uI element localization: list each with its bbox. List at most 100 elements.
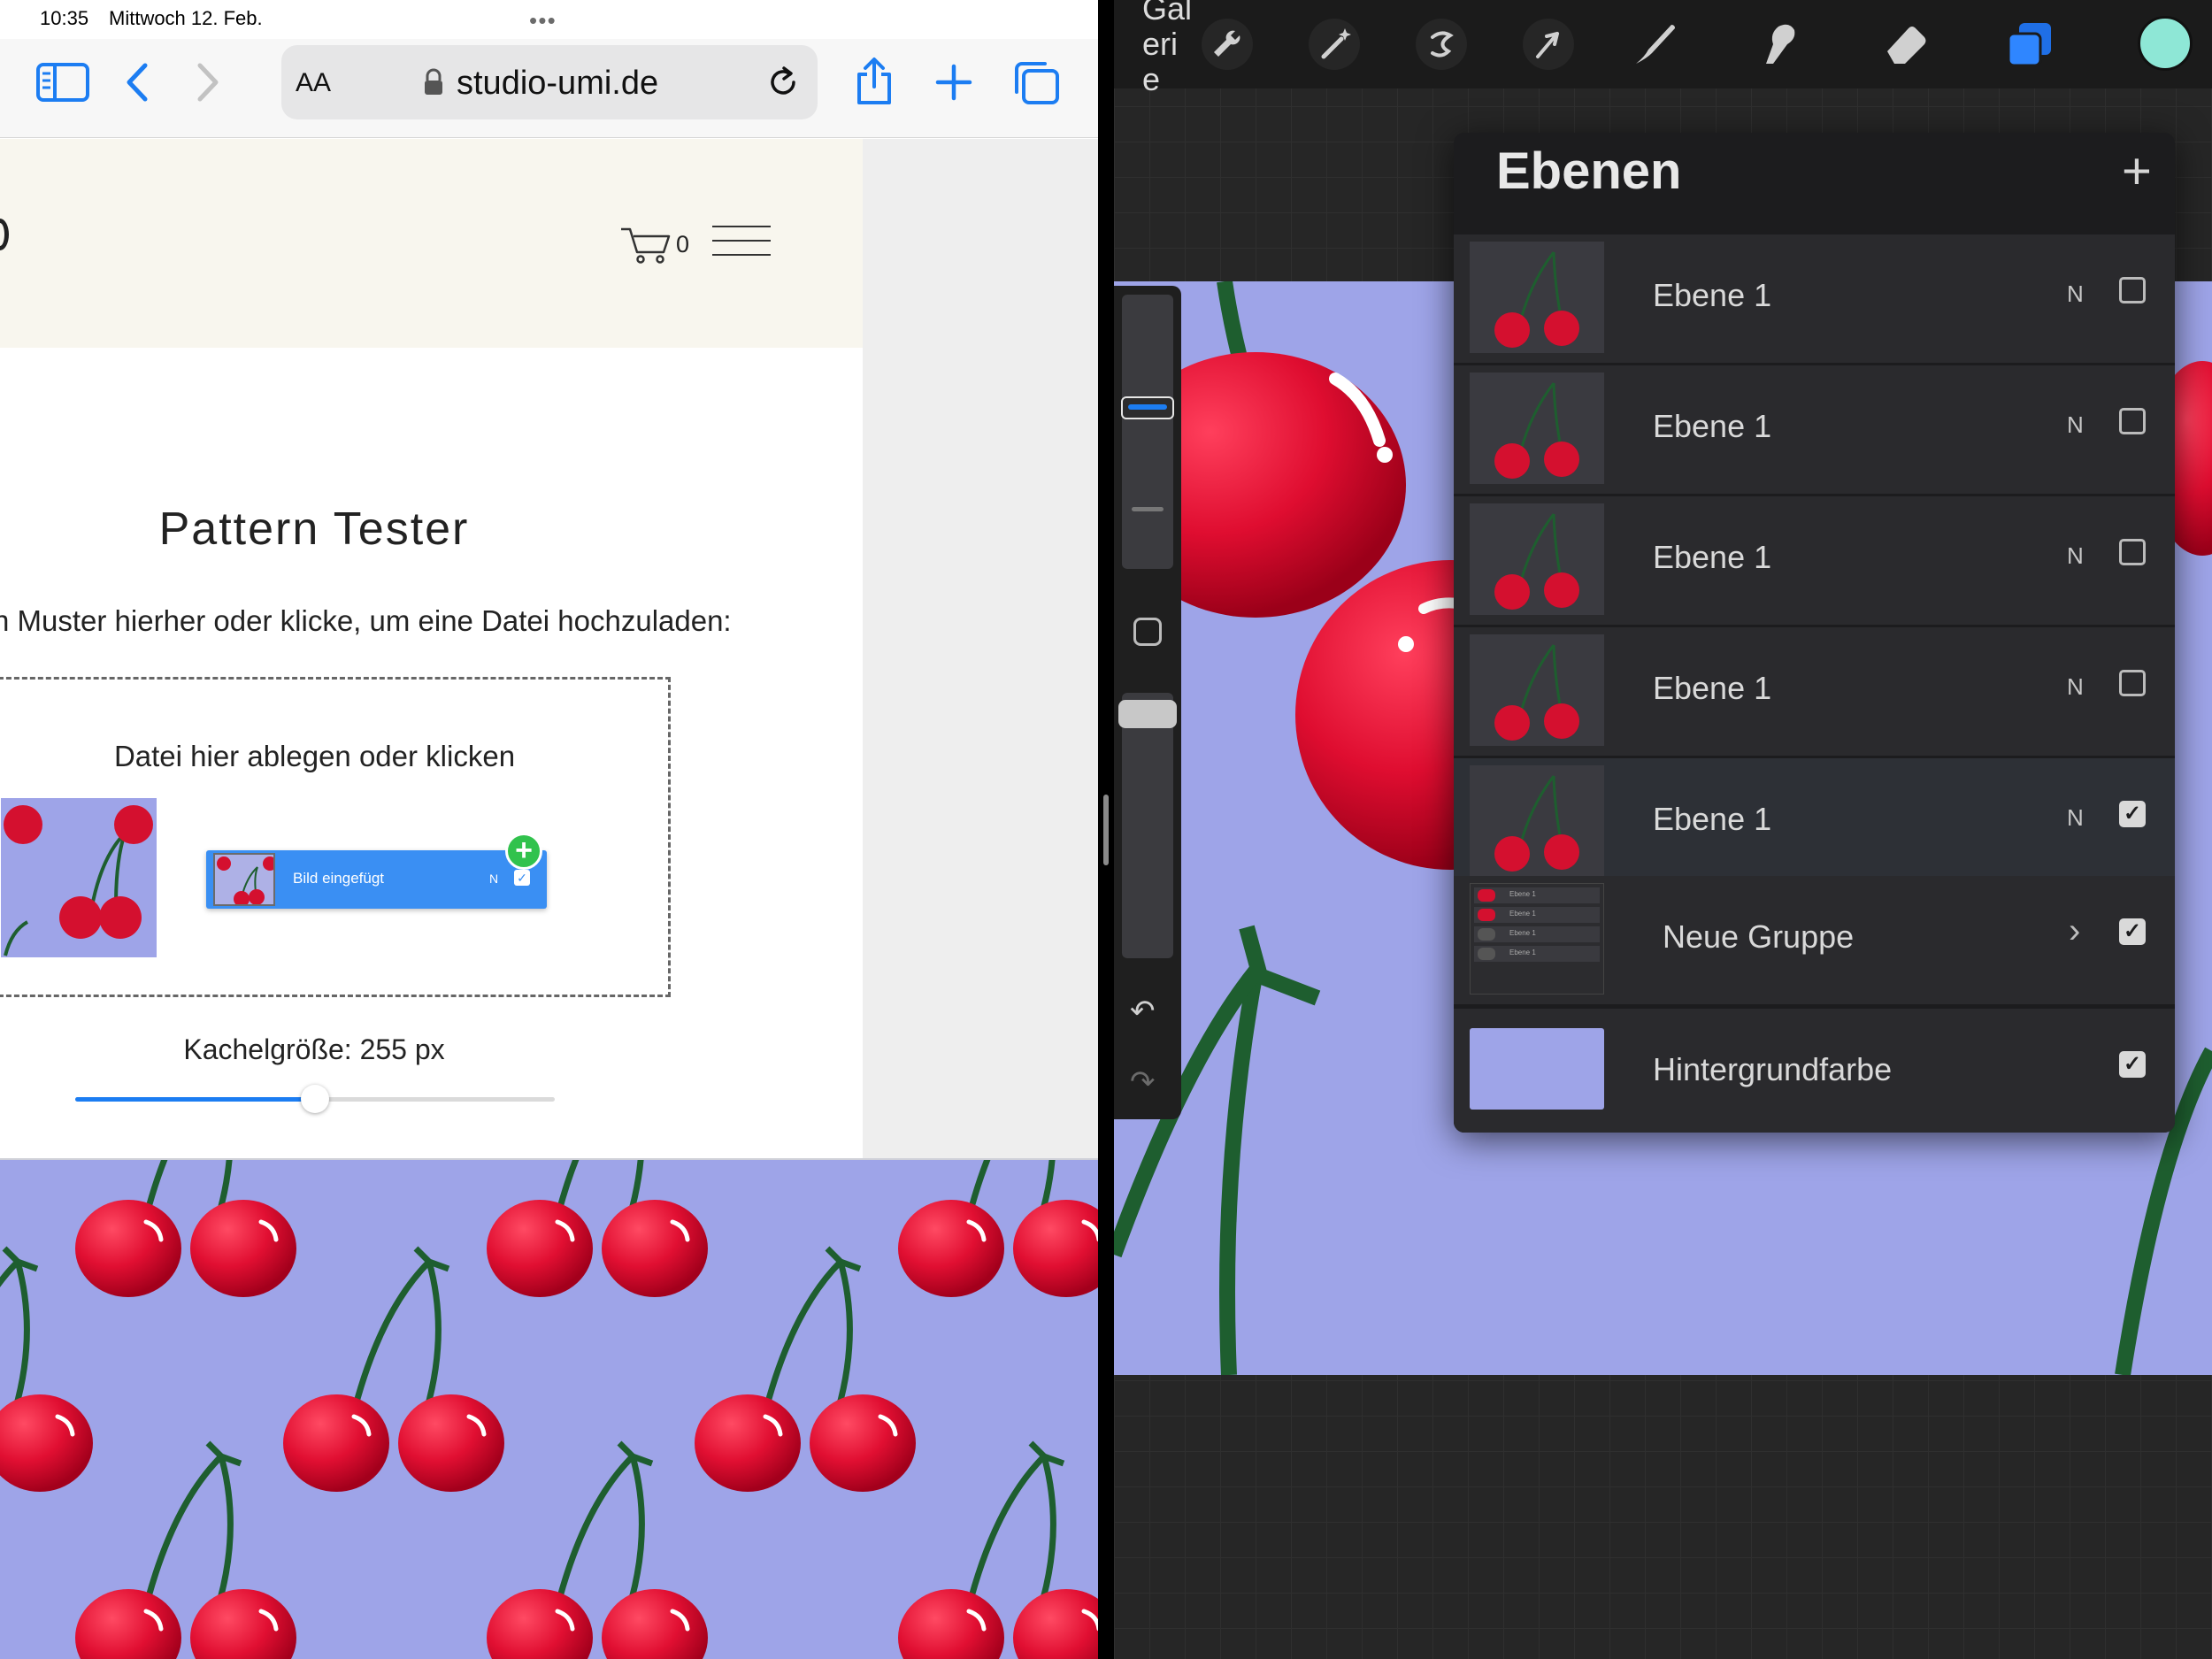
cherry-pattern-image <box>0 1160 1098 1659</box>
eraser-icon[interactable] <box>1878 18 1932 71</box>
chip-label: Bild eingefügt <box>293 870 385 887</box>
layer-name: Ebene 1 <box>1653 801 1772 837</box>
background-color-row[interactable]: Hintergrundfarbe ✓ <box>1454 1009 2175 1133</box>
layer-visibility-checkbox[interactable] <box>2119 539 2146 565</box>
wrench-icon[interactable] <box>1201 18 1254 71</box>
color-picker-button[interactable] <box>2138 16 2193 71</box>
blend-mode-button[interactable]: N <box>2067 411 2084 439</box>
status-date: Mittwoch 12. Feb. <box>109 7 263 29</box>
layers-icon[interactable] <box>2003 18 2056 71</box>
chip-thumbnail <box>213 853 275 906</box>
upload-instructions: n Muster hierher oder klicke, um eine Da… <box>0 604 732 637</box>
magic-wand-icon[interactable] <box>1308 18 1361 71</box>
redo-icon[interactable]: ↷ <box>1130 1064 1156 1100</box>
layer-row[interactable]: Ebene 1 N <box>1454 496 2175 625</box>
safari-toolbar: AA studio-umi.de <box>0 39 1098 138</box>
background-color-swatch[interactable] <box>1470 1028 1604 1110</box>
layers-title: Ebenen <box>1496 142 1682 200</box>
blend-mode-button[interactable]: N <box>2067 804 2084 832</box>
status-time: 10:35 <box>40 7 89 29</box>
layer-thumbnail <box>1470 503 1604 615</box>
selection-icon[interactable] <box>1415 18 1468 71</box>
layer-name: Ebene 1 <box>1653 408 1772 444</box>
layer-thumbnail <box>1470 765 1604 877</box>
background-visibility-checkbox[interactable]: ✓ <box>2119 1051 2146 1078</box>
back-icon[interactable] <box>124 62 150 103</box>
site-header: 0 <box>0 139 863 348</box>
lock-icon <box>425 68 442 95</box>
chip-checkbox: ✓ <box>514 870 530 886</box>
page-title: Pattern Tester <box>158 503 470 555</box>
brush-sidebar: ↶ ↷ <box>1114 286 1181 1119</box>
address-bar[interactable]: AA studio-umi.de <box>281 45 818 119</box>
status-bar: 10:35 Mittwoch 12. Feb. • • • <box>0 0 1098 39</box>
split-view-handle[interactable] <box>1103 795 1109 865</box>
slider-knob[interactable] <box>301 1085 329 1113</box>
layer-row[interactable]: Ebene 1 N <box>1454 627 2175 756</box>
layer-name: Ebene 1 <box>1653 670 1772 706</box>
layer-visibility-checkbox[interactable] <box>2119 670 2146 696</box>
group-visibility-checkbox[interactable]: ✓ <box>2119 918 2146 945</box>
layer-thumbnail <box>1470 373 1604 484</box>
background-layer-name: Hintergrundfarbe <box>1653 1051 1893 1087</box>
dragged-layer-chip[interactable]: Bild eingefügt N ✓ <box>206 850 547 909</box>
tabs-overview-icon[interactable] <box>1013 60 1061 106</box>
brush-size-marker <box>1132 507 1164 511</box>
layer-visibility-checkbox[interactable]: ✓ <box>2119 801 2146 827</box>
safari-pane: 10:35 Mittwoch 12. Feb. • • • AA studio-… <box>0 0 1098 1659</box>
smudge-icon[interactable] <box>1754 18 1807 71</box>
url-text: studio-umi.de <box>457 65 659 102</box>
sidebar-icon[interactable] <box>35 62 90 103</box>
brush-opacity-knob[interactable] <box>1118 700 1177 728</box>
forward-icon[interactable] <box>195 62 221 103</box>
group-name: Neue Gruppe <box>1663 918 1855 955</box>
brush-size-indicator <box>1128 404 1167 410</box>
undo-icon[interactable]: ↶ <box>1130 994 1156 1029</box>
add-layer-button[interactable]: + <box>2122 142 2152 201</box>
layer-thumbnail <box>1470 242 1604 353</box>
transform-arrow-icon[interactable] <box>1522 18 1575 71</box>
layer-visibility-checkbox[interactable] <box>2119 408 2146 434</box>
slider-fill <box>75 1097 315 1102</box>
pattern-preview-area <box>0 1158 1098 1659</box>
layer-row[interactable]: Ebene 1 N <box>1454 234 2175 363</box>
tile-size-label: Kachelgröße: 255 px <box>183 1033 445 1065</box>
hamburger-menu-icon[interactable] <box>712 226 771 259</box>
gallery-button[interactable]: Gal eri e <box>1142 0 1195 97</box>
reload-icon[interactable] <box>766 65 802 100</box>
blend-mode-button[interactable]: N <box>2067 542 2084 570</box>
chevron-right-icon[interactable]: › <box>2069 911 2080 951</box>
procreate-toolbar: Gal eri e <box>1114 0 2212 97</box>
drop-add-icon: + <box>505 833 542 870</box>
brush-opacity-slider[interactable] <box>1122 693 1173 958</box>
file-dropzone[interactable]: Datei hier ablegen oder klicken Bild ein… <box>0 677 671 997</box>
cherry-tile-image <box>4 805 153 956</box>
logo[interactable] <box>0 219 9 250</box>
modify-button[interactable] <box>1133 618 1162 646</box>
layer-group-row[interactable]: Ebene 1 Ebene 1 Ebene 1 Ebene 1 Neue Gru… <box>1454 876 2175 1004</box>
tile-size-slider[interactable] <box>75 1085 555 1113</box>
multitasking-dots-icon[interactable]: • • • <box>529 7 556 35</box>
pattern-tester-section: Pattern Tester n Muster hierher oder kli… <box>0 348 863 1158</box>
layers-panel: Ebenen + Ebene 1 N Ebene 1 N Ebene 1 N Ebene 1… <box>1454 133 2175 1133</box>
blend-mode-button[interactable]: N <box>2067 673 2084 701</box>
text-size-button[interactable]: AA <box>296 68 331 98</box>
procreate-pane: Gal eri e ↶ ↷ Ebenen + Ebene 1 N Ebene 1… <box>1114 0 2212 1659</box>
share-icon[interactable] <box>854 57 895 106</box>
chip-blend-mode: N <box>489 872 499 886</box>
layer-name: Ebene 1 <box>1653 539 1772 575</box>
layer-thumbnail <box>1470 634 1604 746</box>
cart-icon[interactable] <box>619 226 672 265</box>
new-tab-icon[interactable] <box>935 64 972 101</box>
page-gutter <box>863 139 1098 1158</box>
layer-name: Ebene 1 <box>1653 277 1772 313</box>
layer-row[interactable]: Ebene 1 N <box>1454 365 2175 494</box>
brush-size-slider[interactable] <box>1122 295 1173 569</box>
cart-count: 0 <box>676 231 690 257</box>
layer-visibility-checkbox[interactable] <box>2119 277 2146 303</box>
group-thumbnail: Ebene 1 Ebene 1 Ebene 1 Ebene 1 <box>1470 883 1604 995</box>
pattern-tile-preview <box>1 798 157 957</box>
layer-row[interactable]: Ebene 1 N ✓ <box>1454 758 2175 887</box>
blend-mode-button[interactable]: N <box>2067 280 2084 308</box>
brush-icon[interactable] <box>1629 18 1682 71</box>
